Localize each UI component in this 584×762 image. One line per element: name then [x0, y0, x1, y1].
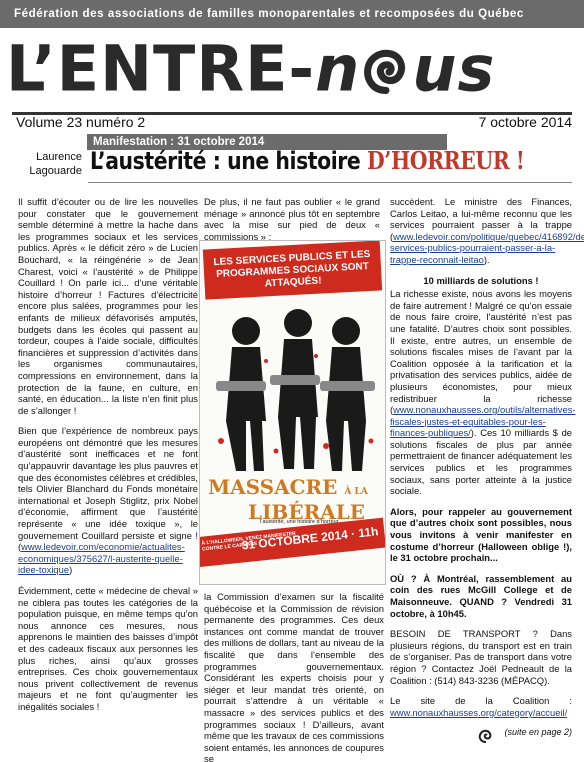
article-author: Laurence Lagouarde: [20, 150, 82, 178]
poster-headline: LES SERVICES PUBLICS ET LES PROGRAMMES S…: [202, 241, 383, 300]
end-swirl-icon: [478, 729, 492, 743]
paragraph-text: ).: [483, 253, 490, 265]
poster-massacre-2: À LA: [344, 487, 368, 497]
swirl-logo-icon: [364, 49, 406, 95]
masthead: L’ENTRE-n us: [0, 28, 584, 110]
paragraph: Bien que l’expérience de nombreux pays e…: [18, 425, 198, 576]
title-us: us: [412, 31, 496, 106]
subheading: 10 milliards de solutions !: [423, 274, 539, 286]
title-n: n: [315, 31, 361, 106]
paragraph: succèdent. Le ministre des Finances, Car…: [390, 196, 584, 266]
headline-horror: D’HORREUR !: [367, 146, 525, 175]
paragraph: La richesse existe, nous avons les moyen…: [390, 288, 576, 497]
paragraph-text: La richesse existe, nous avons les moyen…: [390, 288, 572, 416]
poster-massacre-1: MASSACRE: [208, 475, 338, 499]
article-column-3: succèdent. Le ministre des Finances, Car…: [390, 196, 584, 748]
coalition-link[interactable]: www.nonauxhausses.org/category/accueil/: [390, 707, 567, 718]
poster-massacre-title: MASSACRE À LA LIBÉRALE: [208, 477, 378, 522]
title-entre: L’ENTRE-: [6, 31, 316, 106]
paragraph: Évidemment, cette « médecine de cheval »…: [18, 585, 198, 712]
article-column-2-bottom: la Commission d’examen sur la fiscalité …: [204, 591, 384, 762]
call-to-action: Alors, pour rappeler au gouvernement que…: [390, 505, 572, 564]
federation-banner: Fédération des associations de familles …: [0, 0, 584, 28]
paragraph-text: Bien que l’expérience de nombreux pays e…: [18, 425, 198, 553]
chainsaw-figures-illustration: [216, 309, 375, 471]
headline-rule: [88, 182, 572, 183]
event-details: OÙ ? À Montréal, rassemblement au coin d…: [390, 572, 572, 619]
paragraph: De plus, il ne faut pas oublier « le gra…: [204, 196, 380, 242]
author-first: Laurence: [36, 151, 82, 163]
volume-number: Volume 23 numéro 2: [16, 114, 146, 130]
article-headline: L’austérité : une histoire D’HORREUR !: [90, 146, 525, 175]
issue-line: Volume 23 numéro 2 7 octobre 2014: [16, 114, 572, 134]
paragraph: Il suffit d’écouter ou de lire les nouve…: [18, 196, 198, 416]
paragraph: la Commission d’examen sur la fiscalité …: [204, 591, 384, 762]
coalition-site: Le site de la Coalition : www.nonauxhaus…: [390, 695, 572, 718]
article-column-1: Il suffit d’écouter ou de lire les nouve…: [18, 196, 198, 722]
protest-poster: LES SERVICES PUBLICS ET LES PROGRAMMES S…: [199, 240, 386, 585]
newsletter-title: L’ENTRE-n us: [6, 31, 495, 105]
transport-info: BESOIN DE TRANSPORT ? Dans plusieurs rég…: [390, 628, 572, 686]
ledevoir-link[interactable]: www.ledevoir.com/economie/actualites-eco…: [18, 541, 185, 575]
paragraph-text: ): [69, 564, 73, 576]
poster-date-band: À L’HALLOWEEN, VENEZ MANIFESTER CONTRE L…: [200, 517, 385, 567]
paragraph-text: Le site de la Coalition :: [390, 695, 572, 707]
author-last: Lagouarde: [29, 165, 82, 177]
issue-date: 7 octobre 2014: [478, 114, 572, 130]
poster-date: 31 OCTOBRE 2014 · 11h: [241, 524, 379, 553]
headline-text: L’austérité : une histoire: [90, 147, 368, 175]
